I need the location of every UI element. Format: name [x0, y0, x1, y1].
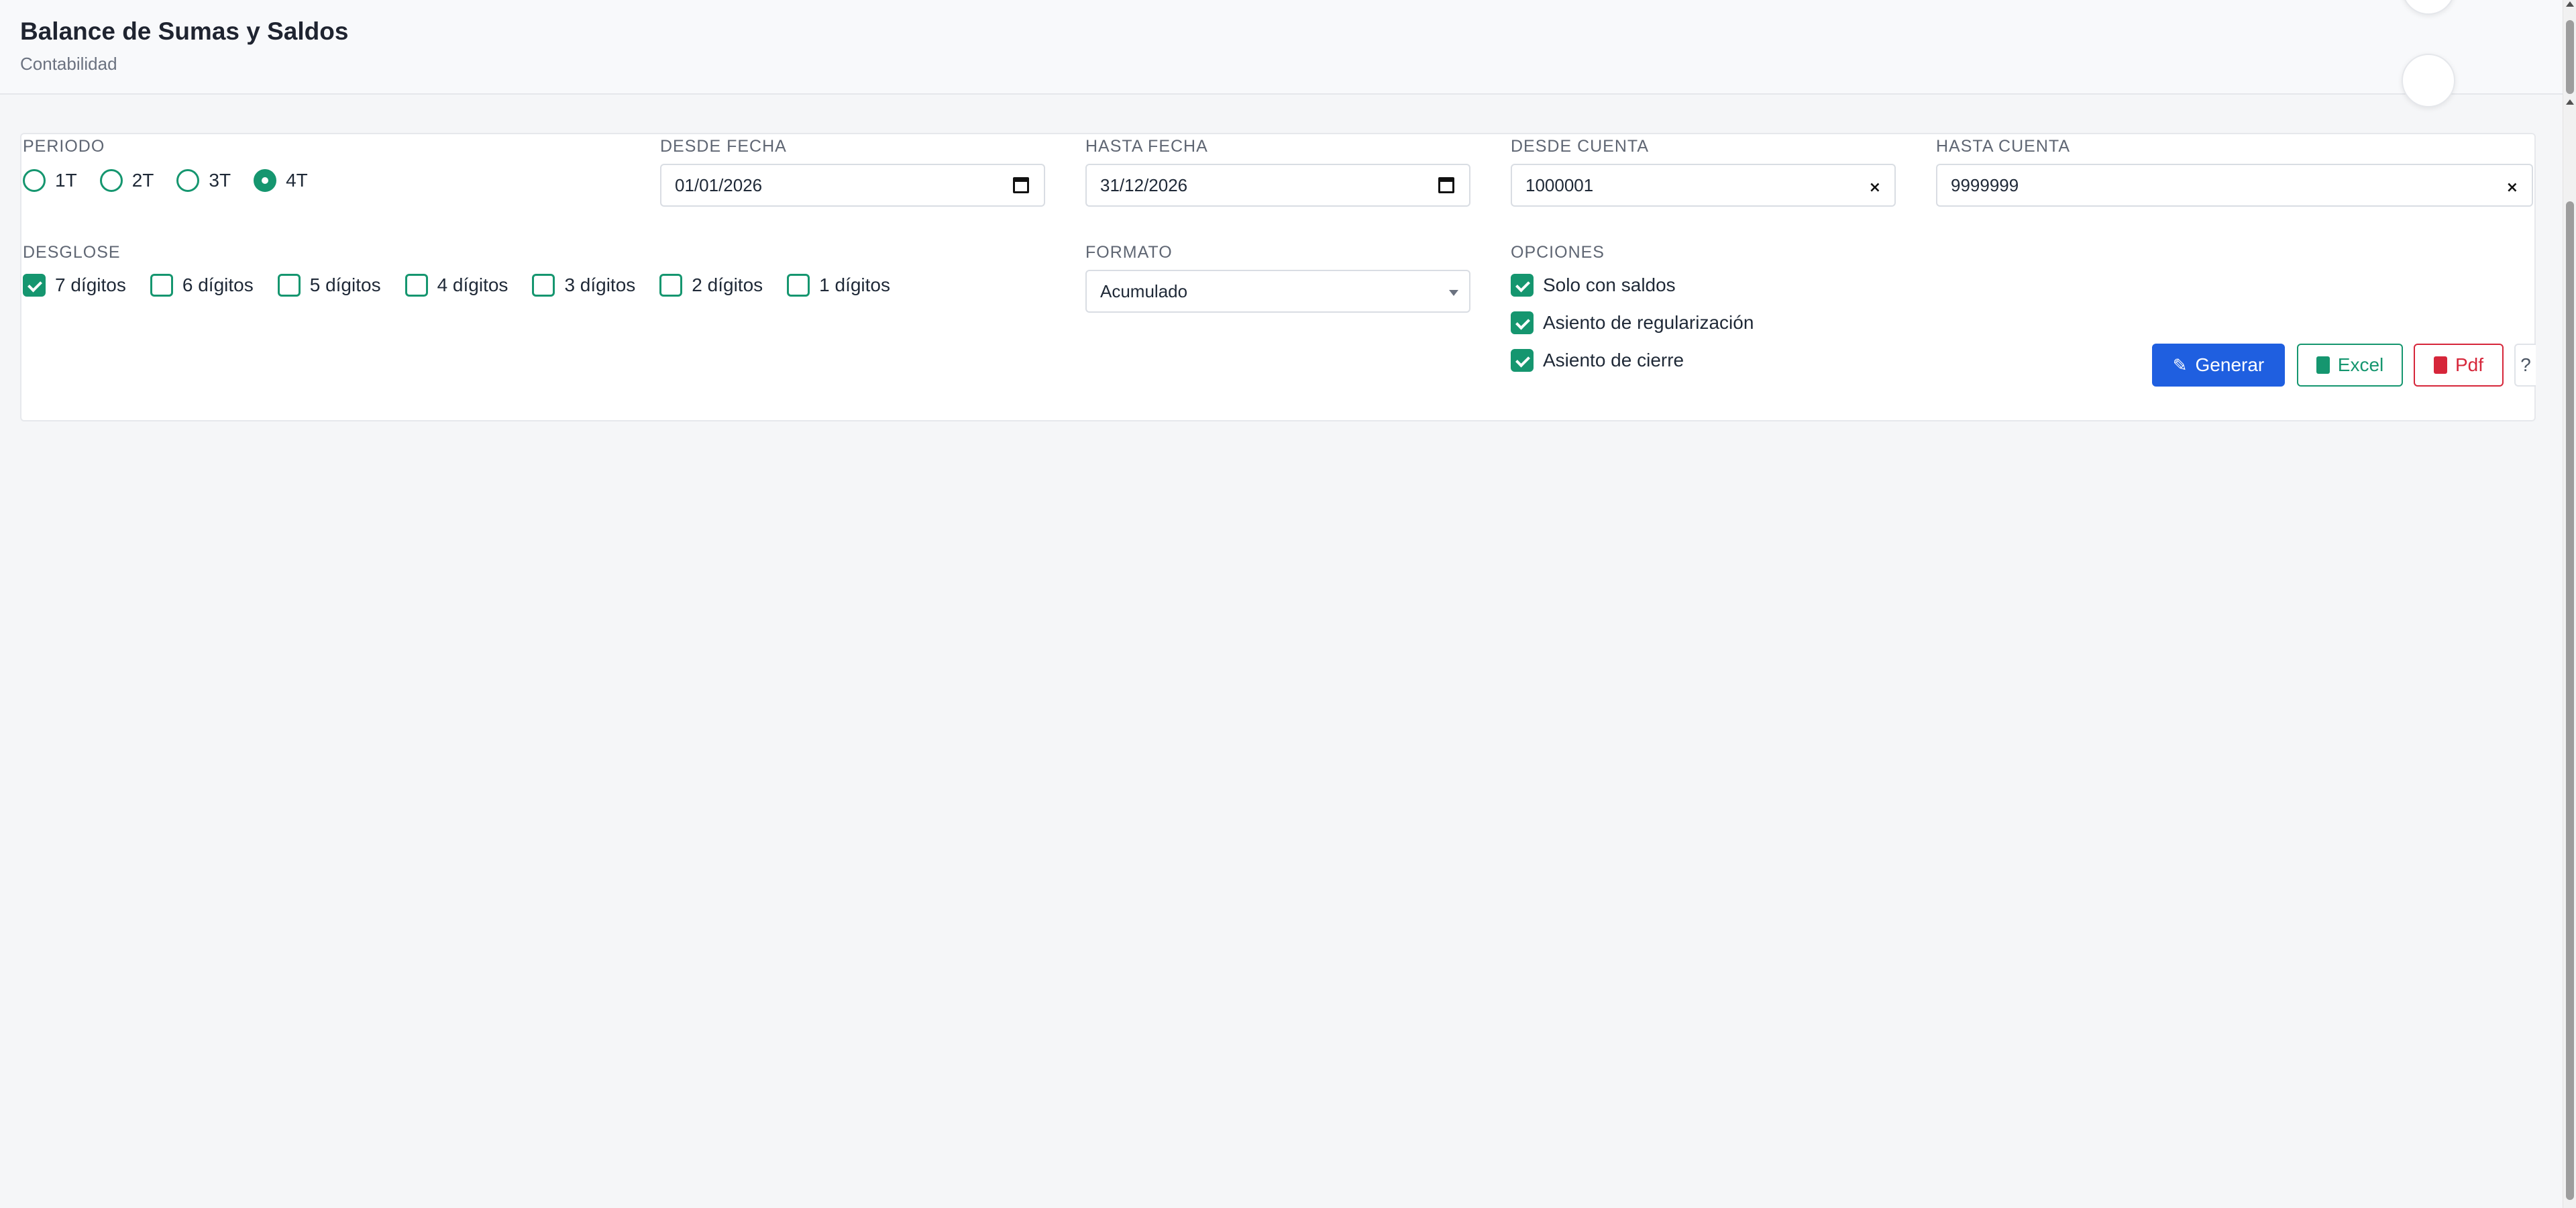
clear-icon[interactable]: ⨯ [1869, 179, 1881, 196]
checkbox-label: 6 dígitos [182, 274, 254, 295]
scroll-thumb-header[interactable] [2566, 20, 2574, 94]
pdf-button-label: Pdf [2455, 354, 2484, 375]
radio-circle-checked[interactable] [254, 169, 277, 192]
desglose-5-digitos[interactable]: 5 dígitos [277, 274, 381, 297]
calendar-icon[interactable] [1438, 177, 1454, 193]
clear-icon[interactable]: ⨯ [2506, 179, 2518, 196]
opciones-checkbox-group: Solo con saldos Asiento de regularizació… [1511, 274, 1754, 387]
opcion-solo-con-saldos[interactable]: Solo con saldos [1511, 274, 1754, 297]
checkbox-label: 3 dígitos [564, 274, 636, 295]
radio-circle[interactable] [176, 169, 200, 192]
desglose-label: DESGLOSE [23, 243, 121, 262]
file-pdf-icon [2433, 356, 2447, 374]
page-title: Balance de Sumas y Saldos [20, 17, 349, 45]
radio-label: 2T [131, 170, 154, 191]
magic-wand-icon: ✎ [2172, 354, 2188, 375]
desde-fecha-value: 01/01/2026 [675, 174, 763, 195]
hasta-cuenta-value: 9999999 [1951, 174, 2019, 195]
checkbox-label: 1 dígitos [819, 274, 891, 295]
radio-circle[interactable] [23, 169, 46, 192]
checkbox[interactable] [405, 274, 428, 297]
radio-label: 1T [55, 170, 77, 191]
desglose-1-digitos[interactable]: 1 dígitos [787, 274, 890, 297]
formato-label: FORMATO [1085, 243, 1173, 262]
checkbox-label: Asiento de regularización [1543, 312, 1754, 333]
checkbox[interactable] [150, 274, 173, 297]
opciones-label: OPCIONES [1511, 243, 1605, 262]
pdf-button[interactable]: Pdf [2414, 344, 2504, 387]
checkbox-label: 4 dígitos [437, 274, 508, 295]
desglose-2-digitos[interactable]: 2 dígitos [659, 274, 763, 297]
page-header: Balance de Sumas y Saldos Contabilidad [0, 0, 2563, 95]
opcion-asiento-cierre[interactable]: Asiento de cierre [1511, 349, 1754, 372]
hasta-cuenta-label: HASTA CUENTA [1936, 137, 2070, 156]
hasta-fecha-input[interactable]: 31/12/2026 [1085, 164, 1470, 207]
radio-1t[interactable]: 1T [23, 169, 77, 192]
desglose-6-digitos[interactable]: 6 dígitos [150, 274, 254, 297]
scroll-up-arrow-icon[interactable] [2566, 99, 2574, 105]
checkbox-checked[interactable] [1511, 311, 1534, 334]
desde-cuenta-input[interactable]: 1000001 ⨯ [1511, 164, 1896, 207]
radio-circle[interactable] [99, 169, 123, 192]
excel-button[interactable]: Excel [2297, 344, 2403, 387]
desglose-7-digitos[interactable]: 7 dígitos [23, 274, 126, 297]
desde-cuenta-label: DESDE CUENTA [1511, 137, 1650, 156]
opcion-asiento-regularizacion[interactable]: Asiento de regularización [1511, 311, 1754, 334]
hasta-cuenta-input[interactable]: 9999999 ⨯ [1936, 164, 2533, 207]
desglose-checkbox-group: 7 dígitos 6 dígitos 5 dígitos 4 dígitos … [23, 274, 914, 297]
filter-card: PERIODO 1T 2T 3T 4T DESDE FECHA 01/01/20… [20, 133, 2536, 421]
hasta-fecha-value: 31/12/2026 [1100, 174, 1188, 195]
chevron-down-icon [1449, 290, 1458, 296]
radio-4t[interactable]: 4T [254, 169, 308, 192]
formato-select[interactable]: Acumulado [1085, 270, 1470, 313]
checkbox-label: 2 dígitos [692, 274, 763, 295]
checkbox[interactable] [532, 274, 555, 297]
checkbox-label: 7 dígitos [55, 274, 126, 295]
floating-action-bottom[interactable] [2402, 54, 2455, 107]
periodo-radio-group: 1T 2T 3T 4T [23, 169, 331, 192]
radio-label: 4T [286, 170, 308, 191]
periodo-label: PERIODO [23, 137, 105, 156]
calendar-icon[interactable] [1013, 177, 1029, 193]
help-button-label: ? [2520, 354, 2531, 375]
radio-label: 3T [209, 170, 231, 191]
generar-button-label: Generar [2195, 354, 2265, 375]
help-button[interactable]: ? [2514, 344, 2536, 387]
checkbox-checked[interactable] [23, 274, 46, 297]
excel-button-label: Excel [2337, 354, 2384, 375]
scroll-up-arrow-icon[interactable] [2566, 1, 2574, 7]
checkbox-label: Solo con saldos [1543, 274, 1676, 295]
checkbox-label: Asiento de cierre [1543, 350, 1684, 370]
desglose-3-digitos[interactable]: 3 dígitos [532, 274, 635, 297]
desde-fecha-input[interactable]: 01/01/2026 [660, 164, 1045, 207]
page-subtitle: Contabilidad [20, 54, 117, 74]
generar-button[interactable]: ✎ Generar [2152, 344, 2285, 387]
checkbox[interactable] [277, 274, 301, 297]
desglose-4-digitos[interactable]: 4 dígitos [405, 274, 508, 297]
checkbox[interactable] [787, 274, 810, 297]
checkbox-label: 5 dígitos [309, 274, 381, 295]
formato-selected-value: Acumulado [1100, 281, 1188, 301]
checkbox[interactable] [659, 274, 683, 297]
desde-cuenta-value: 1000001 [1525, 174, 1594, 195]
checkbox-checked[interactable] [1511, 274, 1534, 297]
scrollbar[interactable] [2563, 0, 2576, 1208]
desde-fecha-label: DESDE FECHA [660, 137, 787, 156]
checkbox-checked[interactable] [1511, 349, 1534, 372]
hasta-fecha-label: HASTA FECHA [1085, 137, 1208, 156]
radio-2t[interactable]: 2T [99, 169, 154, 192]
scroll-thumb[interactable] [2566, 201, 2574, 1200]
file-excel-icon [2316, 356, 2330, 374]
radio-3t[interactable]: 3T [176, 169, 231, 192]
